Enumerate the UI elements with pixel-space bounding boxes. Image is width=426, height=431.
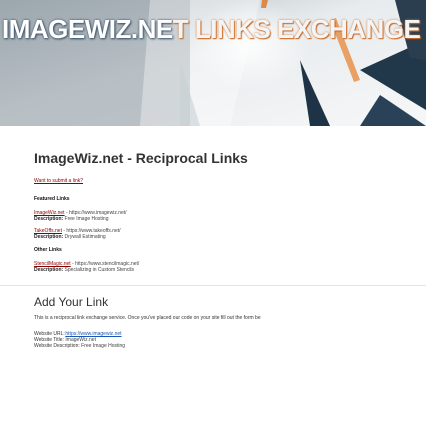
description-value: Drywall Estimating <box>63 234 106 240</box>
description-label: Description: <box>34 267 64 273</box>
banner-title: IMAGEWIZ.NET LINKS EXCHANGE <box>2 14 426 45</box>
banner-title-accent: T LINKS EXCHANGE <box>172 14 421 44</box>
link-entry: TakeOffs.net - https://www.takeoffs.net/… <box>34 228 426 240</box>
field-value: Free Image Hosting <box>81 343 126 349</box>
link-entry: StencilMagic.net - https://www.stencilma… <box>34 261 426 273</box>
description-label: Description: <box>34 216 64 222</box>
featured-links-heading: Featured Links <box>34 196 70 202</box>
field-row-description: Website Description: Free Image Hosting <box>34 343 426 349</box>
add-link-title: Add Your Link <box>34 295 109 309</box>
other-links-heading: Other Links <box>34 247 62 253</box>
description-value: Free Image Hosting <box>63 216 109 222</box>
add-link-fields: Website URL: https://www.imagewiz.net We… <box>34 331 426 349</box>
section-divider <box>0 285 426 286</box>
description-value: Specializing in Custom Stencils <box>63 267 135 273</box>
submit-link[interactable]: Want to submit a link? <box>34 178 426 186</box>
description-label: Description: <box>34 234 64 240</box>
link-entry: ImageWiz.net - https://www.imagewiz.net/… <box>34 210 426 222</box>
header-banner: IMAGEWIZ.NET LINKS EXCHANGE <box>0 0 426 126</box>
main-content: ImageWiz.net - Reciprocal Links Want to … <box>0 150 426 349</box>
banner-title-main: IMAGEWIZ.NE <box>2 14 173 44</box>
add-link-intro: This is a reciprocal link exchange servi… <box>34 315 261 321</box>
page-title: ImageWiz.net - Reciprocal Links <box>34 150 248 166</box>
field-label: Website Description: <box>34 343 80 349</box>
